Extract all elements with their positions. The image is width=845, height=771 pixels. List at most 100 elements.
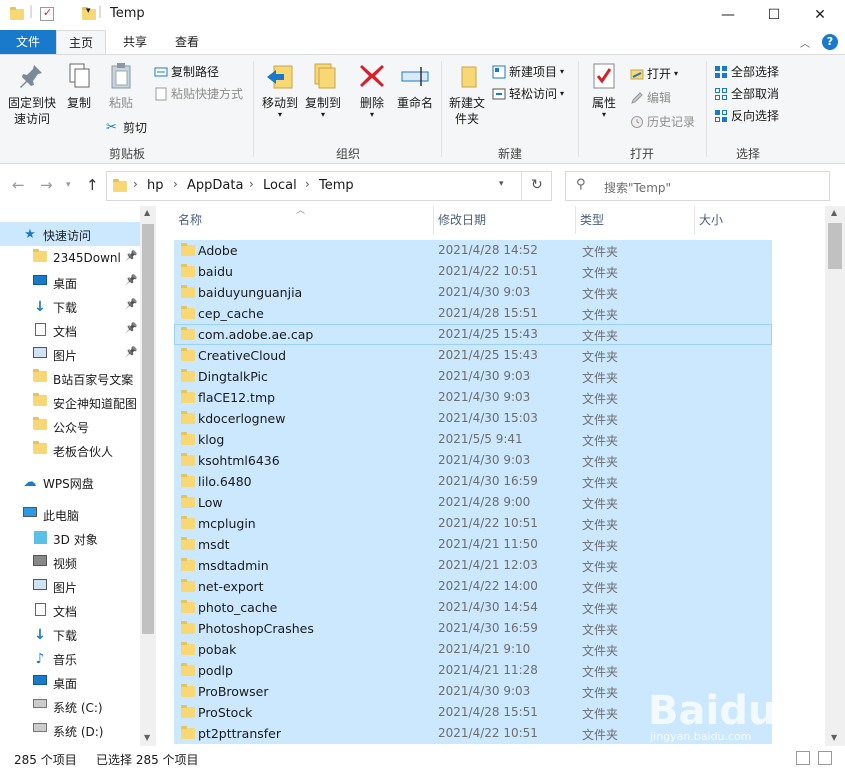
breadcrumb-appdata[interactable]: AppData [187, 178, 243, 193]
sidebar-item[interactable]: 图片 📌 [0, 342, 140, 366]
file-row[interactable]: net-export 2021/4/22 14:00 文件夹 [174, 576, 772, 597]
copy-button[interactable]: 复制 [62, 61, 96, 111]
select-all-button[interactable]: 全部选择 [714, 63, 779, 81]
open-button[interactable]: 打开 ▾ [630, 65, 678, 83]
chevron-right-icon[interactable]: › [305, 177, 310, 191]
sidebar-item[interactable]: 系统 (C:) [0, 694, 140, 718]
sidebar-item[interactable]: 安企神知道配图 [0, 390, 140, 414]
edit-button[interactable]: 编辑 [630, 89, 671, 107]
sidebar-item[interactable]: ↓ 下载 [0, 622, 140, 646]
copy-path-button[interactable]: 复制路径 [154, 63, 219, 81]
copy-to-button[interactable]: 复制到 ▾ [302, 61, 344, 119]
invert-selection-button[interactable]: 反向选择 [714, 107, 779, 125]
chevron-up-icon[interactable]: ▲ [831, 208, 837, 217]
file-row[interactable]: mcplugin 2021/4/22 10:51 文件夹 [174, 513, 772, 534]
file-row[interactable]: photo_cache 2021/4/30 14:54 文件夹 [174, 597, 772, 618]
sidebar-item[interactable]: 老板合伙人 [0, 438, 140, 462]
list-scrollbar[interactable]: ▲ ▼ [825, 206, 845, 746]
breadcrumb-local[interactable]: Local [263, 178, 297, 193]
column-header-date[interactable]: 修改日期 [434, 206, 576, 234]
breadcrumb-temp[interactable]: Temp [319, 178, 354, 193]
file-row[interactable]: Low 2021/4/28 9:00 文件夹 [174, 492, 772, 513]
sidebar-item[interactable]: 系统 (D:) [0, 718, 140, 742]
properties-button[interactable]: 属性 ▾ [586, 61, 622, 119]
file-row[interactable]: com.adobe.ae.cap 2021/4/25 15:43 文件夹 [174, 324, 772, 345]
back-icon[interactable]: ← [12, 176, 25, 194]
sidebar-item[interactable]: B站百家号文案 [0, 366, 140, 390]
chevron-down-icon[interactable]: ▾ [66, 180, 71, 190]
chevron-right-icon[interactable]: › [249, 177, 254, 191]
chevron-up-icon[interactable]: ▲ [144, 208, 150, 217]
address-bar[interactable]: › hp › AppData › Local › Temp ▾ ↻ [106, 171, 552, 201]
maximize-button[interactable]: ☐ [751, 0, 797, 30]
cut-button[interactable]: ✂ 剪切 [106, 119, 147, 137]
sidebar-item[interactable]: ★ 快速访问 [0, 222, 140, 246]
file-row[interactable]: CreativeCloud 2021/4/25 15:43 文件夹 [174, 345, 772, 366]
new-folder-button[interactable]: 新建文件夹 [446, 61, 488, 127]
file-row[interactable]: Adobe 2021/4/28 14:52 文件夹 [174, 240, 772, 261]
file-row[interactable]: PhotoshopCrashes 2021/4/30 16:59 文件夹 [174, 618, 772, 639]
sidebar-item[interactable]: 此电脑 [0, 502, 140, 526]
select-none-button[interactable]: 全部取消 [714, 85, 779, 103]
history-button[interactable]: 历史记录 [630, 113, 695, 131]
move-to-button[interactable]: 移动到 ▾ [259, 61, 301, 119]
minimize-button[interactable]: — [705, 0, 751, 30]
file-row[interactable]: ksohtml6436 2021/4/30 9:03 文件夹 [174, 450, 772, 471]
new-item-button[interactable]: 新建项目 ▾ [492, 63, 564, 81]
chevron-down-icon[interactable]: ▼ [144, 733, 150, 742]
file-row[interactable]: kdocerlognew 2021/4/30 15:03 文件夹 [174, 408, 772, 429]
file-date: 2021/4/30 16:59 [438, 621, 538, 635]
file-row[interactable]: msdt 2021/4/21 11:50 文件夹 [174, 534, 772, 555]
tab-view[interactable]: 查看 [164, 30, 210, 54]
help-icon[interactable]: ? [822, 34, 838, 50]
delete-button[interactable]: 删除 ▾ [356, 61, 388, 119]
breadcrumb-hp[interactable]: hp [147, 178, 164, 193]
sidebar-item[interactable]: 文档 [0, 598, 140, 622]
sidebar-item[interactable]: 3D 对象 [0, 526, 140, 550]
file-row[interactable]: klog 2021/5/5 9:41 文件夹 [174, 429, 772, 450]
column-header-size[interactable]: 大小 [695, 206, 785, 234]
sidebar-item[interactable]: 桌面 📌 [0, 270, 140, 294]
tab-home[interactable]: 主页 [56, 30, 106, 55]
sidebar-item[interactable]: 公众号 [0, 414, 140, 438]
sidebar-item[interactable]: 图片 [0, 574, 140, 598]
chevron-right-icon[interactable]: › [133, 177, 138, 191]
chevron-right-icon[interactable]: › [173, 177, 178, 191]
easy-access-button[interactable]: 轻松访问 ▾ [492, 85, 564, 103]
sidebar-item[interactable]: ☁ WPS网盘 [0, 470, 140, 494]
sidebar-item[interactable]: ↓ 下载 📌 [0, 294, 140, 318]
file-row[interactable]: baiduyunguanjia 2021/4/30 9:03 文件夹 [174, 282, 772, 303]
close-button[interactable]: ✕ [797, 0, 843, 30]
search-input[interactable]: ⚲ 搜索"Temp" [565, 171, 830, 201]
file-row[interactable]: msdtadmin 2021/4/21 12:03 文件夹 [174, 555, 772, 576]
chevron-down-icon[interactable]: ▾ [499, 179, 504, 189]
column-header-name[interactable]: 名称 [174, 206, 434, 234]
properties-quick-icon[interactable]: ✓ [40, 6, 54, 21]
file-row[interactable]: flaCE12.tmp 2021/4/30 9:03 文件夹 [174, 387, 772, 408]
file-row[interactable]: pobak 2021/4/21 9:10 文件夹 [174, 639, 772, 660]
file-row[interactable]: baidu 2021/4/22 10:51 文件夹 [174, 261, 772, 282]
customize-quick-access-icon[interactable]: ▾ [86, 6, 91, 16]
paste-shortcut-button[interactable]: 粘贴快捷方式 [154, 85, 243, 103]
pin-quick-access-button[interactable]: 固定到快速访问 [6, 61, 58, 127]
file-row[interactable]: cep_cache 2021/4/28 15:51 文件夹 [174, 303, 772, 324]
sidebar-item[interactable]: 2345Downloads 📌 [0, 246, 140, 270]
sidebar-item[interactable]: 视频 [0, 550, 140, 574]
file-row[interactable]: DingtalkPic 2021/4/30 9:03 文件夹 [174, 366, 772, 387]
sidebar-item[interactable]: 桌面 [0, 670, 140, 694]
column-header-type[interactable]: 类型 [576, 206, 695, 234]
sidebar-item[interactable]: ♪ 音乐 [0, 646, 140, 670]
nav-scroll-thumb[interactable] [142, 224, 154, 634]
up-icon[interactable]: ↑ [86, 176, 99, 194]
forward-icon[interactable]: → [40, 176, 53, 194]
tab-share[interactable]: 共享 [112, 30, 158, 54]
refresh-icon[interactable]: ↻ [531, 177, 543, 193]
tab-file[interactable]: 文件 [0, 30, 56, 54]
file-row[interactable]: lilo.6480 2021/4/30 16:59 文件夹 [174, 471, 772, 492]
rename-button[interactable]: 重命名 [394, 61, 436, 111]
sidebar-item[interactable]: 文档 📌 [0, 318, 140, 342]
nav-scrollbar[interactable]: ▲ ▼ [140, 206, 156, 746]
paste-button[interactable]: 粘贴 [104, 61, 138, 111]
list-scroll-thumb[interactable] [828, 223, 842, 269]
chevron-up-icon[interactable]: ︿ [800, 35, 810, 50]
